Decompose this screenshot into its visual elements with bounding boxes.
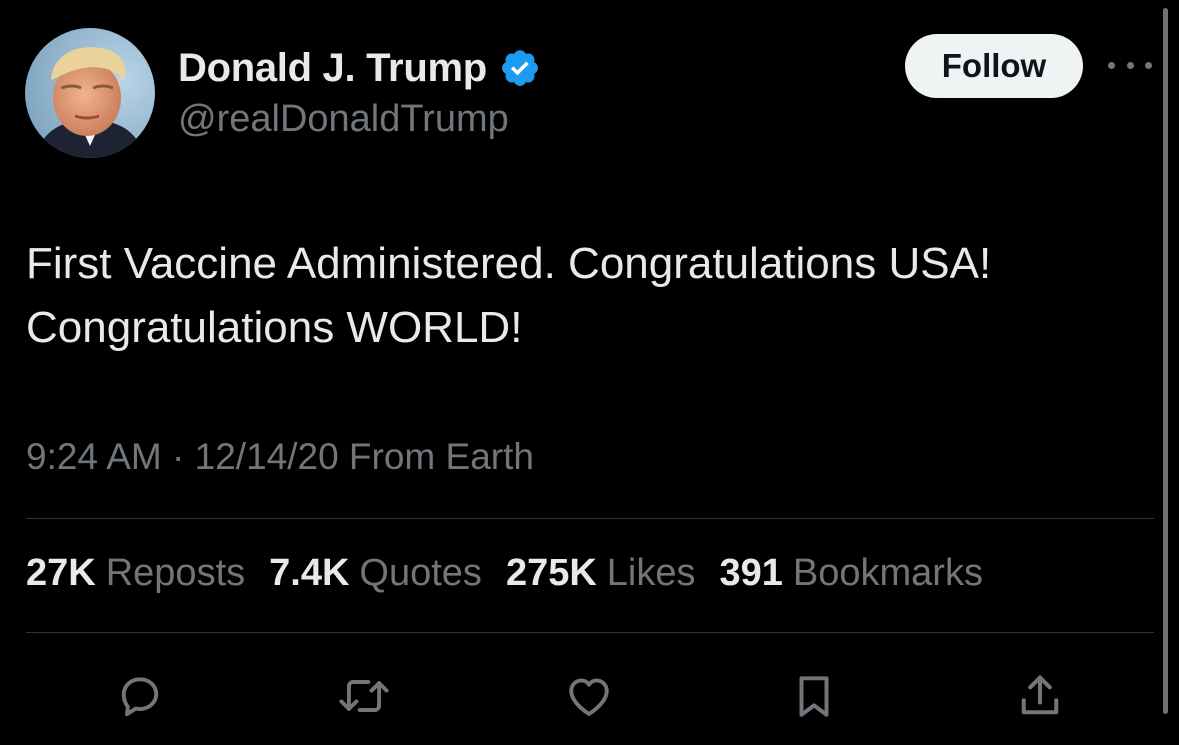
stat-count: 275K (505, 552, 597, 594)
tweet-text: First Vaccine Administered. Congratulati… (26, 239, 992, 352)
stat-quotes[interactable]: 7.4K Quotes (269, 552, 482, 595)
divider (26, 518, 1154, 519)
more-dot (1145, 61, 1152, 69)
scrollbar[interactable] (1163, 8, 1168, 714)
stat-reposts[interactable]: 27K Reposts (26, 552, 245, 595)
tweet-timestamp[interactable]: 9:24 AM · 12/14/20 From Earth (26, 436, 534, 478)
divider (26, 632, 1154, 633)
stat-label: Bookmarks (792, 552, 983, 594)
more-options-icon[interactable] (1108, 52, 1152, 78)
user-handle[interactable]: @realDonaldTrump (178, 98, 509, 141)
repost-icon[interactable] (336, 668, 392, 724)
stat-count: 391 (719, 552, 783, 594)
verified-badge-icon[interactable] (499, 47, 541, 89)
display-name[interactable]: Donald J. Trump (178, 46, 487, 91)
author-name-row: Donald J. Trump (178, 40, 541, 96)
like-icon[interactable] (561, 668, 617, 724)
stat-label: Reposts (105, 552, 246, 594)
share-icon[interactable] (1012, 668, 1068, 724)
tweet-card: Donald J. Trump @realDonaldTrump Follow … (0, 0, 1179, 745)
more-dot (1126, 61, 1134, 69)
stat-count: 7.4K (269, 552, 350, 594)
stat-count: 27K (26, 552, 96, 594)
stat-label: Quotes (359, 552, 482, 594)
stat-label: Likes (606, 552, 696, 594)
stat-likes[interactable]: 275K Likes (506, 552, 696, 595)
follow-button[interactable]: Follow (905, 34, 1083, 98)
engagement-stats: 27K Reposts 7.4K Quotes 275K Likes 391 Bookm… (26, 552, 1007, 595)
stat-bookmarks[interactable]: 391 Bookmarks (720, 552, 983, 595)
avatar[interactable] (25, 28, 155, 158)
reply-icon[interactable] (112, 668, 168, 724)
more-dot (1108, 61, 1115, 69)
action-bar (0, 660, 1179, 730)
bookmark-icon[interactable] (786, 668, 842, 724)
